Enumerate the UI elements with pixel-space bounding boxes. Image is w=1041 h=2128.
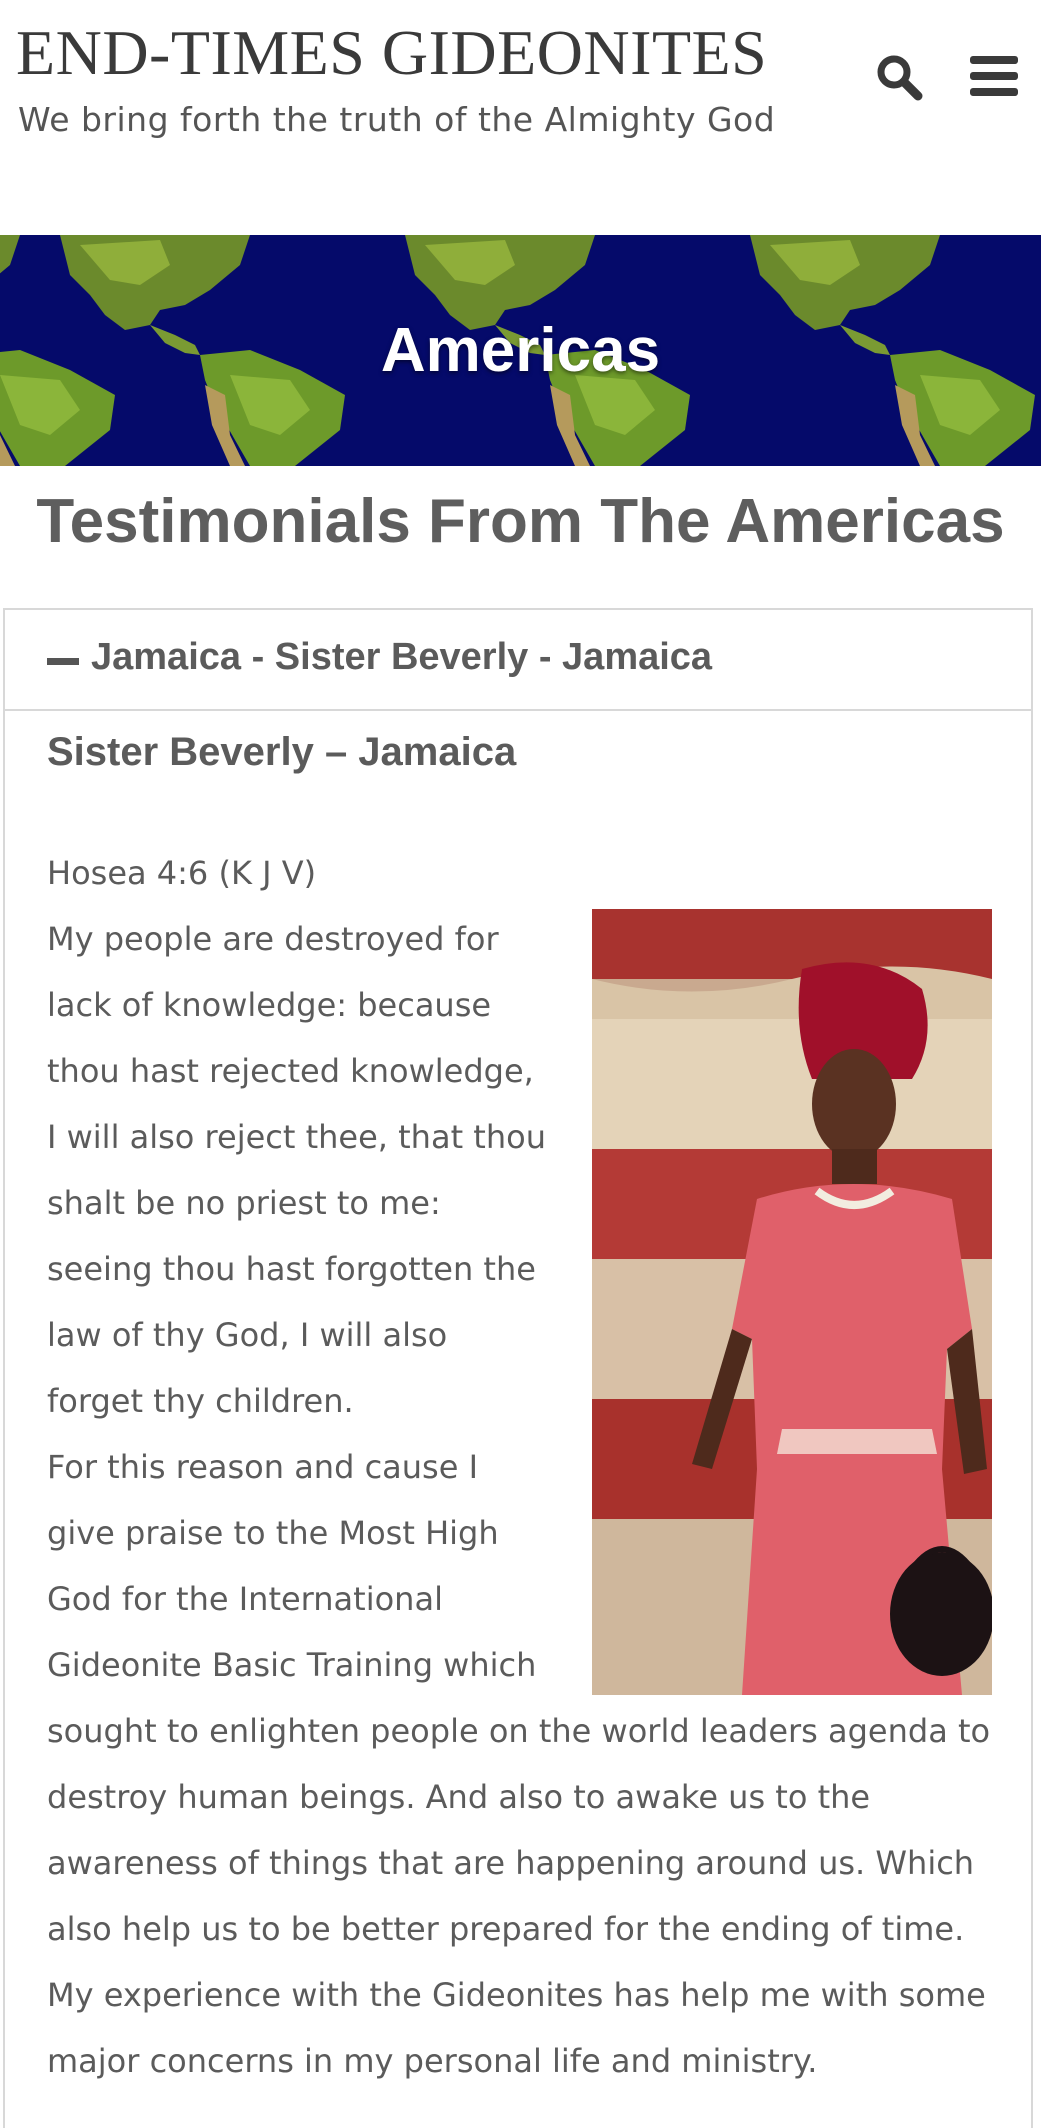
- search-icon: [877, 55, 923, 101]
- banner-title: Americas: [380, 316, 661, 385]
- body-line: lack of knowledge: because: [47, 986, 492, 1024]
- body-line: God for the International: [47, 1580, 443, 1618]
- body-line: For this reason and cause I: [47, 1448, 479, 1486]
- body-line: major concerns in my personal life and m…: [47, 2042, 818, 2080]
- search-button[interactable]: [872, 50, 926, 104]
- body-line: forget thy children.: [47, 1382, 354, 1420]
- testimonial-photo: [592, 909, 992, 1695]
- body-line: My experience with the Gideonites has he…: [47, 1976, 986, 2014]
- site-tagline: We bring forth the truth of the Almighty…: [18, 100, 776, 139]
- hero-banner: Americas: [0, 235, 1041, 466]
- body-line: sought to enlighten people on the world …: [47, 1712, 991, 1750]
- body-line: shalt be no priest to me:: [47, 1184, 441, 1222]
- body-line: destroy human beings. And also to awake …: [47, 1778, 871, 1816]
- portrait-image: [592, 909, 992, 1695]
- menu-icon: [970, 56, 1018, 96]
- scripture-reference: Hosea 4:6 (K J V): [47, 854, 317, 892]
- body-line: awareness of things that are happening a…: [47, 1844, 975, 1882]
- body-line: Gideonite Basic Training which: [47, 1646, 537, 1684]
- accordion-toggle[interactable]: Jamaica - Sister Beverly - Jamaica: [5, 610, 1031, 711]
- accordion-title: Jamaica - Sister Beverly - Jamaica: [91, 636, 713, 678]
- menu-button[interactable]: [968, 50, 1022, 104]
- page-title: Testimonials From The Americas: [36, 487, 1005, 556]
- body-line: thou hast rejected knowledge,: [47, 1052, 534, 1090]
- site-title[interactable]: END-TIMES GIDEONITES: [16, 16, 767, 90]
- body-line: give praise to the Most High: [47, 1514, 499, 1552]
- body-line: also help us to be better prepared for t…: [47, 1910, 965, 1948]
- body-line: My people are destroyed for: [47, 920, 499, 958]
- site-header: END-TIMES GIDEONITES We bring forth the …: [0, 0, 1041, 235]
- post-title: Sister Beverly – Jamaica: [47, 730, 517, 774]
- body-line: seeing thou hast forgotten the: [47, 1250, 536, 1288]
- body-line: law of thy God, I will also: [47, 1316, 448, 1354]
- body-line: I will also reject thee, that thou: [47, 1118, 546, 1156]
- testimonial-accordion: Jamaica - Sister Beverly - Jamaica Siste…: [3, 608, 1033, 2128]
- minus-icon: [47, 658, 79, 665]
